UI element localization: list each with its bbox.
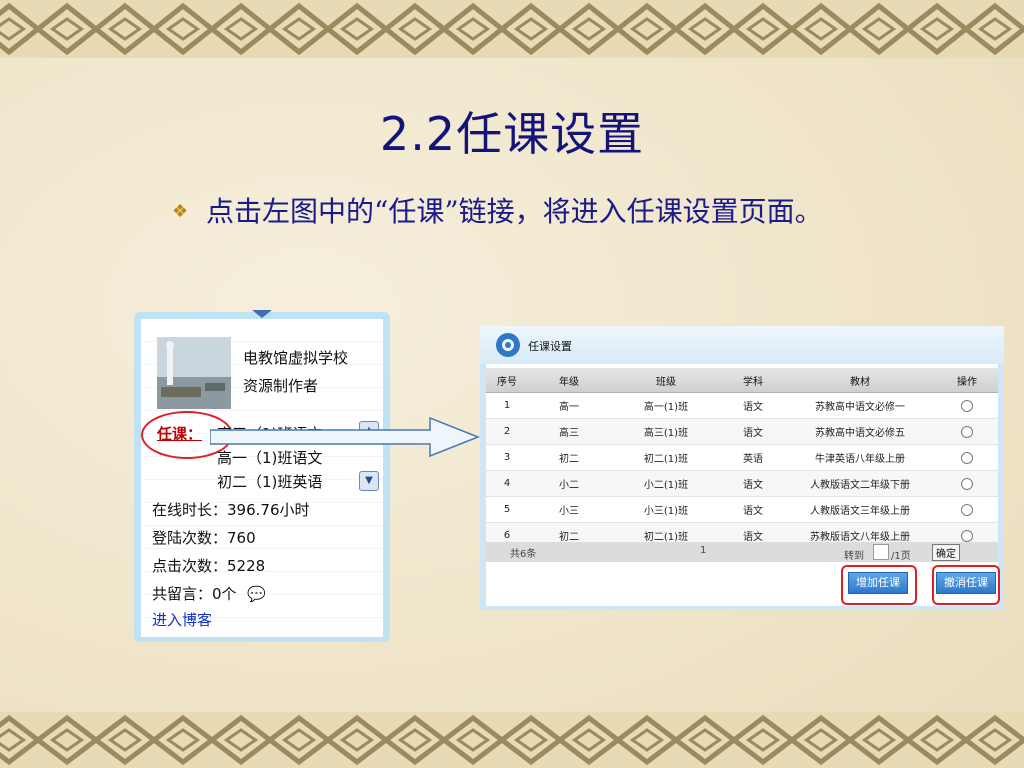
column-header: 年级 [528, 368, 610, 393]
cell-class: 初二(1)班 [610, 444, 722, 471]
cell-subject: 语文 [722, 496, 784, 523]
cell-grade: 小二 [528, 470, 610, 497]
cell-book: 人教版语文三年级上册 [784, 496, 936, 523]
cell-grade: 小三 [528, 496, 610, 523]
cell-grade: 高三 [528, 418, 610, 445]
notch-icon [252, 310, 272, 318]
cell-subject: 语文 [722, 470, 784, 497]
gear-icon [496, 333, 520, 357]
cell-action [936, 444, 998, 471]
cell-action [936, 392, 998, 419]
cell-subject: 语文 [722, 418, 784, 445]
cell-book: 牛津英语八年级上册 [784, 444, 936, 471]
cell-no: 3 [486, 444, 528, 471]
click-count: 点击次数：5228 [152, 557, 266, 575]
cell-book: 苏教高中语文必修五 [784, 418, 936, 445]
school-name: 电教馆虚拟学校 [243, 349, 349, 367]
column-header: 序号 [486, 368, 528, 393]
table-header-row: 序号 年级 班级 学科 教材 操作 [486, 368, 998, 393]
column-header: 班级 [610, 368, 722, 393]
per-page-label: /1页 [891, 551, 911, 562]
cell-grade: 初二 [528, 444, 610, 471]
table-row: 1 高一 高一(1)班 语文 苏教高中语文必修一 [486, 392, 998, 419]
cell-book: 苏教高中语文必修一 [784, 392, 936, 419]
cell-class: 小三(1)班 [610, 496, 722, 523]
panel-title: 任课设置 [528, 340, 572, 353]
blog-link[interactable]: 进入博客 [152, 609, 212, 630]
panel-body: 序号 年级 班级 学科 教材 操作 1 高一 高一(1)班 语文 苏教高中语文必… [486, 364, 1000, 606]
speech-bubble-icon[interactable]: 💬 [247, 585, 266, 603]
top-decorative-border [0, 0, 1024, 58]
table-row: 4 小二 小二(1)班 语文 人教版语文二年级下册 [486, 470, 998, 497]
current-page: 1 [700, 545, 707, 556]
cell-no: 2 [486, 418, 528, 445]
table-row: 3 初二 初二(1)班 英语 牛津英语八年级上册 [486, 444, 998, 471]
cell-class: 高三(1)班 [610, 418, 722, 445]
slide-title: 2.2任课设置 [379, 107, 645, 161]
cell-class: 高一(1)班 [610, 392, 722, 419]
cell-no: 4 [486, 470, 528, 497]
pagination-bar: 共6条 1 转到 /1页 确定 [486, 542, 998, 562]
cell-subject: 英语 [722, 444, 784, 471]
select-radio[interactable] [961, 425, 973, 438]
cell-action [936, 470, 998, 497]
column-header: 教材 [784, 368, 936, 393]
diamond-bullet-icon: ❖ [172, 201, 189, 222]
cell-action [936, 418, 998, 445]
online-time: 在线时长：396.76小时 [152, 501, 310, 519]
table-row: 2 高三 高三(1)班 语文 苏教高中语文必修五 [486, 418, 998, 445]
scroll-down-icon[interactable]: ▼ [359, 471, 379, 491]
goto-label: 转到 [844, 551, 864, 562]
course-settings-panel: 任课设置 序号 年级 班级 学科 教材 操作 1 高一 高一(1)班 语文 苏教… [480, 326, 1004, 610]
select-radio[interactable] [961, 451, 973, 464]
user-role: 资源制作者 [243, 377, 319, 395]
cell-subject: 语文 [722, 392, 784, 419]
renke-link[interactable]: 任课： [157, 423, 202, 444]
course-table: 序号 年级 班级 学科 教材 操作 1 高一 高一(1)班 语文 苏教高中语文必… [486, 368, 998, 549]
confirm-button[interactable]: 确定 [932, 544, 960, 561]
page-input[interactable] [873, 544, 889, 560]
bullet-point: ❖ 点击左图中的“任课”链接，将进入任课设置页面。 [172, 190, 823, 230]
column-header: 操作 [936, 368, 998, 393]
avatar [157, 337, 231, 409]
bullet-text: 点击左图中的“任课”链接，将进入任课设置页面。 [206, 195, 823, 228]
login-count: 登陆次数：760 [152, 529, 256, 547]
table-row: 5 小三 小三(1)班 语文 人教版语文三年级上册 [486, 496, 998, 523]
total-count: 共6条 [510, 549, 537, 560]
profile-widget-body: 电教馆虚拟学校 资源制作者 任课： 高三（1)班语文 高一（1)班语文 初二（1… [141, 319, 383, 637]
add-course-button[interactable]: 增加任课 [848, 572, 908, 594]
panel-header: 任课设置 [480, 326, 1004, 364]
cancel-course-button[interactable]: 撤消任课 [936, 572, 996, 594]
select-radio[interactable] [961, 399, 973, 412]
class-item[interactable]: 初二（1)班英语 [217, 471, 322, 492]
select-radio[interactable] [961, 503, 973, 516]
cell-grade: 高一 [528, 392, 610, 419]
bottom-decorative-border [0, 712, 1024, 768]
column-header: 学科 [722, 368, 784, 393]
cell-class: 小二(1)班 [610, 470, 722, 497]
select-radio[interactable] [961, 477, 973, 490]
message-count-text: 共留言：0个 [152, 585, 237, 603]
cell-book: 人教版语文二年级下册 [784, 470, 936, 497]
cell-no: 1 [486, 392, 528, 419]
message-count: 共留言：0个 💬 [152, 583, 266, 604]
arrow-icon [210, 416, 481, 458]
cell-action [936, 496, 998, 523]
profile-widget: 电教馆虚拟学校 资源制作者 任课： 高三（1)班语文 高一（1)班语文 初二（1… [134, 310, 390, 642]
select-radio[interactable] [961, 529, 973, 542]
cell-no: 5 [486, 496, 528, 523]
